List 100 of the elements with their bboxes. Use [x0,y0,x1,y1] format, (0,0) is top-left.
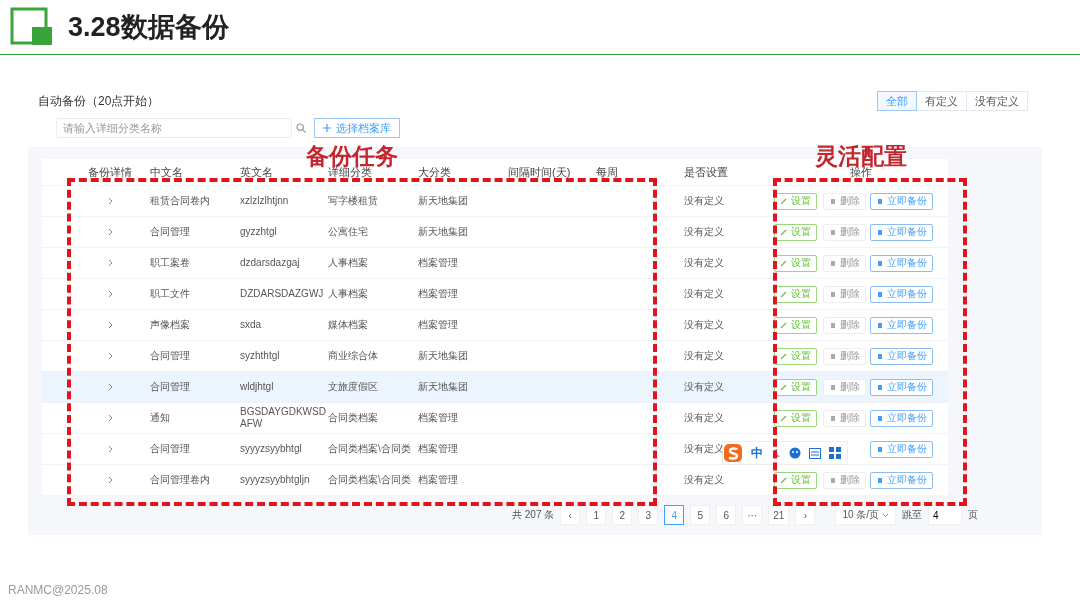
pencil-icon [780,321,788,329]
chevron-icon[interactable] [108,197,113,205]
table-cell: 档案管理 [418,443,458,455]
page-button[interactable]: 21 [768,505,790,525]
column-header: 是否设置 [684,164,729,180]
table-cell: 没有定义 [684,474,724,486]
page-button[interactable]: ··· [742,505,763,525]
backup-button[interactable]: 立即备份 [870,347,933,365]
backup-button[interactable]: 立即备份 [870,378,933,396]
search-field[interactable]: 请输入详细分类名称 [56,118,292,138]
page-button[interactable]: 4 [664,505,685,525]
pencil-icon [780,476,788,484]
table-cell: 人事档案 [328,257,368,269]
table-cell: xzlzlzlhtjnn [240,195,289,207]
column-header: 备份详情 [87,164,133,180]
trash-icon [876,321,884,329]
table-cell: 公寓住宅 [328,226,368,238]
pencil-icon [780,414,788,422]
filter-tab[interactable]: 没有定义 [966,91,1028,111]
trash-icon [876,476,884,484]
page-button[interactable]: 3 [638,505,659,525]
chevron-icon[interactable] [108,445,113,453]
table-cell: 声像档案 [150,319,190,331]
total-count: 共 207 条 [512,508,555,522]
table-cell: 通知 [150,412,170,424]
trash-icon [829,383,837,391]
trash-icon [876,383,884,391]
backup-button[interactable]: 立即备份 [870,440,933,458]
caret-icon [882,512,890,518]
settings-button[interactable]: 设置 [774,285,817,303]
add-button[interactable]: 选择档案库 [314,118,400,138]
chevron-icon[interactable] [108,383,113,391]
settings-button[interactable]: 设置 [774,316,817,334]
table-cell: 没有定义 [684,288,724,300]
chevron-icon[interactable] [108,414,113,422]
table-cell: 新天地集团 [418,350,468,362]
settings-button[interactable]: 设置 [774,254,817,272]
slide-title: 3.28数据备份 [68,11,229,44]
table-cell: 合同管理 [150,350,190,362]
input-mode-label[interactable]: 中 [751,444,763,462]
page-size-dropdown[interactable]: 10 条/页 [835,505,897,525]
table-cell: 合同管理 [150,381,190,393]
trash-icon [876,352,884,360]
backup-button[interactable]: 立即备份 [870,223,933,241]
backup-button[interactable]: 立即备份 [870,316,933,334]
chevron-icon[interactable] [108,228,113,236]
smiley-icon [789,447,801,459]
settings-button[interactable]: 设置 [774,409,817,427]
table-cell: 没有定义 [684,226,724,238]
backup-button[interactable]: 立即备份 [870,192,933,210]
previous-page-button[interactable]: ‹ [560,505,581,525]
chevron-icon[interactable] [108,352,113,360]
jump-field[interactable]: 4 [928,505,963,525]
trash-icon [876,259,884,267]
page-button[interactable]: 6 [716,505,737,525]
backup-button[interactable]: 立即备份 [870,285,933,303]
chevron-icon[interactable] [108,321,113,329]
next-page-button[interactable]: › [795,505,816,525]
trash-icon [876,228,884,236]
table-cell: wldjhtgl [240,381,274,393]
chevron-icon[interactable] [108,290,113,298]
table-cell: 商业综合体 [328,350,378,362]
pencil-icon [780,290,788,298]
backup-button[interactable]: 立即备份 [870,471,933,489]
trash-icon [829,290,837,298]
chevron-icon[interactable] [108,259,113,267]
settings-button[interactable]: 设置 [774,471,817,489]
backup-button[interactable]: 立即备份 [870,254,933,272]
page-button[interactable]: 2 [612,505,633,525]
settings-button[interactable]: 设置 [774,223,817,241]
filter-tab[interactable]: 有定义 [916,91,967,111]
trash-icon [829,259,837,267]
trash-icon [829,476,837,484]
backup-button[interactable]: 立即备份 [870,409,933,427]
column-header: 大分类 [418,164,452,180]
trash-icon [829,228,837,236]
column-header: 中文名 [150,164,184,180]
settings-button[interactable]: 设置 [774,192,817,210]
pencil-icon [780,352,788,360]
table-cell: 没有定义 [684,257,724,269]
table-cell: DZDARSDAZGWJ [240,288,324,300]
table-cell: 档案管理 [418,474,458,486]
page-button[interactable]: 5 [690,505,711,525]
table-cell: 没有定义 [684,195,724,207]
table-cell: syyyzsyybhtgl [240,443,302,455]
settings-button[interactable]: 设置 [774,347,817,365]
table-cell: 租赁合同卷内 [150,195,210,207]
chevron-icon[interactable] [108,476,113,484]
trash-icon [876,197,884,205]
plus-icon [323,124,331,132]
filter-tab[interactable]: 全部 [877,91,917,111]
search-icon [296,123,306,133]
table-cell: 没有定义 [684,412,724,424]
settings-button[interactable]: 设置 [774,378,817,396]
trash-icon [829,414,837,422]
page-button[interactable]: 1 [586,505,607,525]
table-cell: syyyzsyybhtgljn [240,474,310,486]
squares-logo-icon [10,7,54,47]
table-cell: BGSDAYGDKWSDAFW [240,406,326,430]
table-cell: 合同管理 [150,443,190,455]
